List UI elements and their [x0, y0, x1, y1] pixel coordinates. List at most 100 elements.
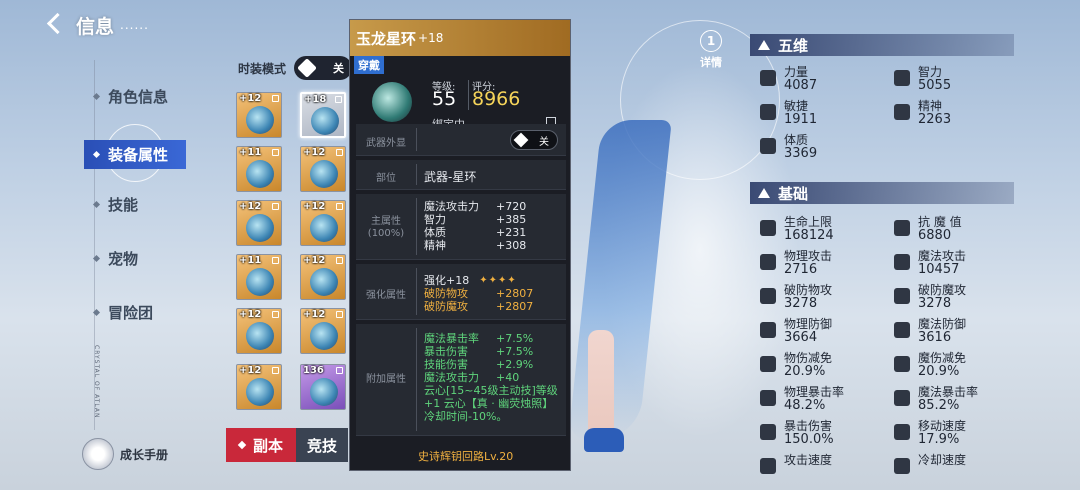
slot-level: +12 [239, 201, 262, 212]
equip-slot[interactable]: +12 [236, 364, 282, 410]
stat-line: 精神 +308 [424, 239, 526, 252]
sword-icon [760, 254, 776, 270]
nav-item-label: 角色信息 [108, 88, 169, 106]
nav-item-equipment-attributes[interactable]: 装备属性 [84, 140, 187, 169]
slot-level: +12 [303, 255, 326, 266]
stat-value: 1911 [784, 112, 818, 127]
stat-strength: 力量 4087 [760, 66, 817, 93]
lock-icon [336, 203, 343, 210]
growth-book-icon [82, 438, 114, 470]
equip-slot[interactable]: +12 [236, 92, 282, 138]
stat-move-speed: 移动速度 17.9% [894, 420, 966, 447]
stat-value: 3278 [784, 296, 818, 311]
equipped-badge: 穿戴 [354, 56, 384, 74]
tab-dungeon[interactable]: 副本 [226, 428, 296, 462]
slot-level: +12 [239, 365, 262, 376]
info-divider [468, 80, 469, 110]
lock-icon [272, 311, 279, 318]
extra-description: 云心[15~45级主动技]等级+1 云心【真 · 幽荧烛照】冷却时间-10%。 [424, 384, 558, 423]
stat-attack-speed: 攻击速度 [760, 454, 832, 474]
stat-value: 10457 [918, 262, 960, 277]
box-icon [310, 378, 338, 406]
stat-value: +7.5% [496, 345, 534, 358]
magic-reduce-icon [894, 356, 910, 372]
detail-button[interactable]: 1 详情 [700, 30, 722, 70]
equip-slot[interactable]: +12 [300, 254, 346, 300]
nav-item-character-info[interactable]: 角色信息 [92, 86, 169, 107]
boot-speed-icon [894, 424, 910, 440]
nav-item-label: 技能 [108, 196, 139, 214]
tab-arena[interactable]: 竞技 [296, 428, 348, 462]
stat-name: 魔法攻击力 [424, 200, 479, 213]
equip-slot[interactable]: +12 [236, 200, 282, 246]
bottom-tabs: 副本 竞技 [226, 428, 348, 462]
slot-level: +11 [239, 255, 262, 266]
main-attr-row: 主属性 (100%) 魔法攻击力 +720 智力 +385 体质 +231 精神 +30… [356, 194, 566, 260]
equip-slot-selected[interactable]: +18 [300, 92, 346, 138]
tab-label: 副本 [252, 436, 283, 455]
enhance-list: 强化+18 ✦✦✦✦ 破防物攻 +2807 破防魔攻 +2807 [424, 274, 533, 313]
slot-level: +12 [303, 309, 326, 320]
extra-attr-row: 附加属性 魔法暴击率 +7.5% 暴击伤害 +7.5% 技能伤害 +2.9% 魔法攻击… [356, 324, 566, 436]
nav-item-pets[interactable]: 宠物 [92, 248, 138, 269]
nav-bullet-icon [92, 200, 101, 209]
stat-magic-defense: 魔法防御 3616 [894, 318, 966, 345]
nav-item-skills[interactable]: 技能 [92, 194, 139, 215]
item-enhance-level: +18 [418, 31, 444, 45]
stat-value: +2807 [496, 287, 534, 300]
shield-icon [760, 322, 776, 338]
equip-slot[interactable]: 136 [300, 364, 346, 410]
crit-damage-icon [760, 424, 776, 440]
stat-value: 4087 [784, 78, 818, 93]
equip-slot[interactable]: +12 [236, 308, 282, 354]
row-divider [416, 268, 417, 315]
star-icons: ✦✦✦✦ [479, 275, 517, 286]
shoulder-icon [246, 106, 274, 134]
nav-item-adventure-group[interactable]: 冒险团 [92, 302, 153, 323]
row-label: 部位 [376, 173, 396, 184]
header: 信息 ...... [40, 10, 149, 40]
nav-bullet-icon [92, 254, 101, 263]
equip-slot[interactable]: +12 [300, 200, 346, 246]
broken-shield-icon [760, 288, 776, 304]
fashion-mode-toggle[interactable]: 关 [294, 56, 353, 80]
magic-shield-icon [894, 322, 910, 338]
tab-bullet-icon [237, 440, 247, 450]
cooldown-icon [894, 458, 910, 474]
stat-value: +308 [496, 239, 527, 252]
lock-icon [272, 367, 279, 374]
back-arrow-icon[interactable] [40, 10, 70, 40]
stat-value: +720 [496, 200, 527, 213]
weapon-appearance-toggle[interactable]: 关 [510, 130, 558, 150]
equip-slot[interactable]: +11 [236, 146, 282, 192]
stat-value: +2.9% [496, 358, 534, 371]
detail-diamond-icon: 1 [700, 30, 722, 52]
broken-magic-shield-icon [894, 288, 910, 304]
weapon-appearance-row: 武器外显 关 [356, 124, 566, 156]
equip-slot[interactable]: +11 [236, 254, 282, 300]
growth-book-button[interactable]: 成长手册 [82, 438, 168, 470]
physical-crit-icon [760, 390, 776, 406]
stat-value: 3616 [918, 330, 952, 345]
detail-label: 详情 [700, 56, 722, 69]
item-header: 玉龙星环 +18 [350, 20, 570, 56]
lock-icon [272, 149, 279, 156]
stat-line: 破防魔攻 +2807 [424, 300, 533, 313]
wing-icon [760, 104, 776, 120]
lock-icon [336, 149, 343, 156]
stat-magic-crit: 魔法暴击率 85.2% [894, 386, 978, 413]
stat-label: 攻击速度 [784, 453, 833, 467]
row-label: 武器外显 [366, 138, 406, 149]
stat-value: +7.5% [496, 332, 534, 345]
stat-agility: 敏捷 1911 [760, 100, 817, 127]
equip-slot[interactable]: +12 [300, 308, 346, 354]
equip-slot[interactable]: +12 [300, 146, 346, 192]
enhance-row: 强化属性 强化+18 ✦✦✦✦ 破防物攻 +2807 破防魔攻 +2807 [356, 264, 566, 320]
stat-constitution: 体质 3369 [760, 134, 817, 161]
brain-icon [894, 70, 910, 86]
stat-value: 85.2% [918, 398, 960, 413]
stat-name: 魔法攻击力 [424, 371, 479, 384]
stat-spirit: 精神 2263 [894, 100, 951, 127]
stat-value: +385 [496, 213, 527, 226]
stat-physical-attack: 物理攻击 2716 [760, 250, 832, 277]
